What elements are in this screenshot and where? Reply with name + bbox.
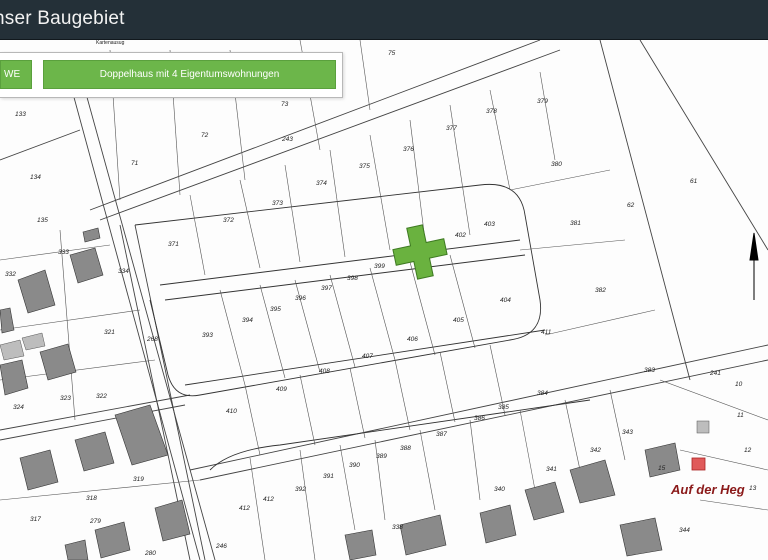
lot-label: 75 (388, 50, 396, 57)
lot-label: 381 (570, 220, 581, 227)
lot-label: 344 (679, 527, 690, 534)
lot-label: 268 (146, 336, 158, 343)
lot-label: 73 (281, 101, 289, 108)
lot-label: 375 (359, 163, 370, 170)
lot-label: 241 (709, 370, 721, 377)
lot-label: 71 (131, 160, 139, 167)
doppelhaus-filter-button[interactable]: Doppelhaus mit 4 Eigentumswohnungen (43, 60, 336, 89)
lot-label: 394 (242, 317, 253, 324)
lot-label: 382 (595, 287, 606, 294)
lot-label: 62 (627, 202, 635, 209)
lot-label: 342 (590, 447, 601, 454)
map-info-label: Kartenausug (96, 40, 125, 46)
lot-label: 389 (376, 453, 387, 460)
lot-label: 333 (58, 249, 69, 256)
lot-label: 410 (226, 408, 237, 415)
page-title: nser Baugebiet (0, 8, 125, 29)
lot-label: 340 (494, 486, 505, 493)
lot-label: 380 (551, 161, 562, 168)
lot-label: 319 (133, 476, 144, 483)
lot-label: 317 (30, 516, 41, 523)
lot-label: 323 (60, 395, 71, 402)
lot-label: 279 (89, 518, 101, 525)
lot-label: 246 (215, 543, 227, 550)
lot-label: 133 (15, 111, 26, 118)
lot-label: 378 (486, 108, 497, 115)
lot-label: 324 (13, 404, 24, 411)
lot-label: 134 (30, 174, 41, 181)
lot-label: 13 (749, 485, 757, 492)
lot-label: 376 (403, 146, 414, 153)
lot-label: 12 (744, 447, 752, 454)
lot-label: 15 (658, 465, 666, 472)
lot-label: 383 (644, 367, 655, 374)
lot-label: 371 (168, 241, 179, 248)
lot-label: 411 (541, 329, 552, 336)
lot-label: 379 (537, 98, 548, 105)
lot-label: 341 (546, 466, 557, 473)
lot-label: 332 (5, 271, 16, 278)
lot-label: 338 (392, 524, 403, 531)
lot-label: 322 (96, 393, 107, 400)
lot-label: 387 (436, 431, 447, 438)
lot-label: 343 (622, 429, 633, 436)
lot-label: 321 (104, 329, 115, 336)
lot-label: 412 (263, 496, 274, 503)
lot-label: 399 (374, 263, 385, 270)
lot-label: 396 (295, 295, 306, 302)
lot-label: 373 (272, 200, 283, 207)
lot-label: 280 (144, 550, 156, 557)
lot-label: 403 (484, 221, 495, 228)
lot-label: 409 (276, 386, 287, 393)
lot-label: 372 (223, 217, 234, 224)
lot-label: 393 (202, 332, 213, 339)
lot-label: 406 (407, 336, 418, 343)
lot-label: 377 (446, 125, 457, 132)
lot-label: 334 (118, 268, 129, 275)
lot-label: 135 (37, 217, 48, 224)
lot-label: 395 (270, 306, 281, 313)
lot-label: 390 (349, 462, 360, 469)
lot-label: 391 (323, 473, 334, 480)
filter-we-button[interactable]: WE (0, 60, 32, 89)
lot-label: 404 (500, 297, 511, 304)
lot-label: 61 (690, 178, 698, 185)
lot-label: 402 (455, 232, 466, 239)
lot-label: 397 (321, 285, 332, 292)
lot-label: 407 (362, 353, 373, 360)
lot-label: 405 (453, 317, 464, 324)
lot-label: 72 (201, 132, 209, 139)
lot-label: 384 (537, 390, 548, 397)
lot-label: 385 (498, 404, 509, 411)
title-bar: nser Baugebiet (0, 0, 768, 40)
lot-label: 386 (474, 415, 485, 422)
lot-label: 374 (316, 180, 327, 187)
lot-label: 412 (239, 505, 250, 512)
street-name: Auf der Heg (670, 482, 745, 497)
lot-label: 388 (400, 445, 411, 452)
lot-label: 398 (347, 275, 358, 282)
lot-label: 10 (735, 381, 743, 388)
lot-label: 392 (295, 486, 306, 493)
filter-panel: WE Doppelhaus mit 4 Eigentumswohnungen (0, 52, 343, 98)
highlight-square (691, 457, 706, 471)
lot-label: 243 (281, 136, 293, 143)
lot-label: 408 (319, 368, 330, 375)
lot-label: 318 (86, 495, 97, 502)
lot-label: 11 (737, 412, 744, 419)
